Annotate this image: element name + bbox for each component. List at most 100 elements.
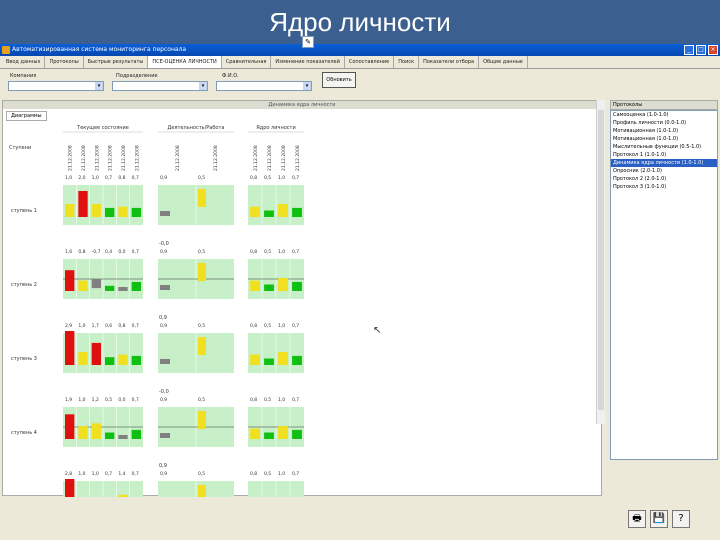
row-label: ступень 1 (11, 208, 37, 214)
scale-label: 0,9 (159, 463, 167, 469)
chevron-down-icon[interactable]: ▾ (303, 82, 311, 90)
bar (91, 342, 101, 365)
tab-7[interactable]: Поиск (394, 56, 420, 68)
row-label: ступень 3 (11, 356, 37, 362)
bar (198, 263, 206, 281)
tab-3[interactable]: ПСЕ-ОЦЕНКА ЛИЧНОСТИ (148, 56, 222, 68)
date-label: 21.12.2008 (121, 145, 127, 171)
tab-6[interactable]: Сопоставление (345, 56, 395, 68)
bar (78, 352, 88, 365)
data-label: 0,5 (198, 249, 205, 255)
bar (131, 281, 141, 291)
chevron-down-icon[interactable]: ▾ (95, 82, 103, 90)
date-label: 21.12.2008 (94, 145, 100, 171)
data-label: 0,7 (132, 249, 139, 255)
bar (250, 206, 260, 217)
help-icon[interactable]: ? (672, 510, 690, 528)
tab-5[interactable]: Изменение показателей (271, 56, 345, 68)
company-select[interactable]: ▾ (8, 81, 104, 91)
bar (118, 206, 128, 217)
group-title: Ядро личности (256, 125, 295, 131)
tab-2[interactable]: Быстрые результаты (84, 56, 149, 68)
scale-label: 0,9 (159, 315, 167, 321)
bar (264, 210, 274, 217)
protocol-list: Самооценка (1.0-1.0) Профиль личности (0.… (610, 110, 718, 460)
print-icon[interactable]: 🖶 (628, 510, 646, 528)
bar (118, 494, 128, 497)
bar (105, 285, 115, 291)
panel-header: Динамика ядра личности (3, 101, 601, 109)
bar-chart-grid: Текущее состояние 21.12.2008 21.12.2008 21.… (9, 125, 304, 497)
vertical-scrollbar[interactable] (596, 100, 605, 424)
tab-9[interactable]: Общие данные (479, 56, 528, 68)
scale-label: -0,0 (159, 241, 169, 247)
app-icon (2, 46, 10, 54)
minimize-button[interactable]: _ (684, 45, 694, 55)
data-label: 0,7 (132, 471, 139, 477)
bar (264, 358, 274, 365)
bar (91, 204, 101, 217)
department-label: Подразделение (116, 73, 158, 79)
protocol-list-item[interactable]: Динамика ядра личности (1.0-1.0) (611, 159, 717, 167)
bar (105, 357, 115, 365)
protocol-list-item[interactable]: Мыслительные функции (0.5-1.0) (611, 143, 717, 151)
protocol-list-item[interactable]: Протокол 2 (2.0-1.0) (611, 175, 717, 183)
protocol-list-item[interactable]: Опросник (2.0-1.0) (611, 167, 717, 175)
close-button[interactable]: × (708, 45, 718, 55)
data-label: 1,0 (278, 175, 285, 181)
data-label: 0,6 (105, 323, 112, 329)
protocol-list-item[interactable]: Протокол 3 (1.0-1.0) (611, 183, 717, 191)
protocol-list-item[interactable]: Самооценка (1.0-1.0) (611, 111, 717, 119)
fio-select[interactable]: ▾ (216, 81, 312, 91)
date-label: 21.12.2008 (295, 145, 301, 171)
bar (278, 278, 288, 291)
data-label: 0,5 (198, 175, 205, 181)
data-label: 0,8 (250, 249, 257, 255)
data-label: 0,7 (132, 397, 139, 403)
maximize-button[interactable]: □ (696, 45, 706, 55)
bar (250, 280, 260, 291)
data-label: 0,7 (292, 249, 299, 255)
protocol-list-item[interactable]: Протокол 1 (1.0-1.0) (611, 151, 717, 159)
window-titlebar: Автоматизированная система мониторинга п… (0, 44, 720, 56)
show-button[interactable]: Обновить (322, 72, 356, 88)
department-select[interactable]: ▾ (112, 81, 208, 91)
data-label: 0,8 (78, 249, 85, 255)
data-label: 0,8 (250, 397, 257, 403)
company-label: Компания (10, 73, 37, 79)
date-label: 21.12.2008 (281, 145, 287, 171)
bar (264, 432, 274, 439)
chevron-down-icon[interactable]: ▾ (199, 82, 207, 90)
data-label: 0,5 (105, 397, 112, 403)
data-label: 0,9 (160, 397, 167, 403)
protocol-list-item[interactable]: Мотивационная (1.0-1.0) (611, 127, 717, 135)
date-label: 21.12.2008 (267, 145, 273, 171)
data-label: -0,7 (92, 249, 101, 255)
bar (65, 204, 75, 217)
data-label: 0,5 (264, 175, 271, 181)
data-label: 0,9 (160, 175, 167, 181)
data-label: 0,4 (105, 249, 112, 255)
tab-1[interactable]: Протоколы (45, 56, 84, 68)
bar (264, 284, 274, 291)
save-icon[interactable]: 💾 (650, 510, 668, 528)
data-label: 0,7 (105, 471, 112, 477)
tab-8[interactable]: Показатели отбора (419, 56, 480, 68)
data-label: 1,0 (278, 397, 285, 403)
data-label: 1,0 (78, 323, 85, 329)
tab-0[interactable]: Ввод данных (2, 56, 46, 68)
data-label: 0,8 (250, 175, 257, 181)
bar (118, 435, 128, 439)
scroll-thumb[interactable] (598, 110, 604, 410)
date-label: 21.12.2008 (68, 145, 74, 171)
data-label: 1,7 (92, 323, 99, 329)
bar (292, 429, 302, 439)
data-label: 1,0 (92, 175, 99, 181)
edit-icon[interactable]: ✎ (302, 36, 314, 48)
bar (278, 204, 288, 217)
protocol-list-item[interactable]: Мотивационная (1.0-1.0) (611, 135, 717, 143)
date-label: 21.12.2008 (213, 145, 219, 171)
protocol-list-item[interactable]: Профиль личности (0.0-1.0) (611, 119, 717, 127)
bar (78, 280, 88, 291)
tab-4[interactable]: Сравнительная (222, 56, 272, 68)
